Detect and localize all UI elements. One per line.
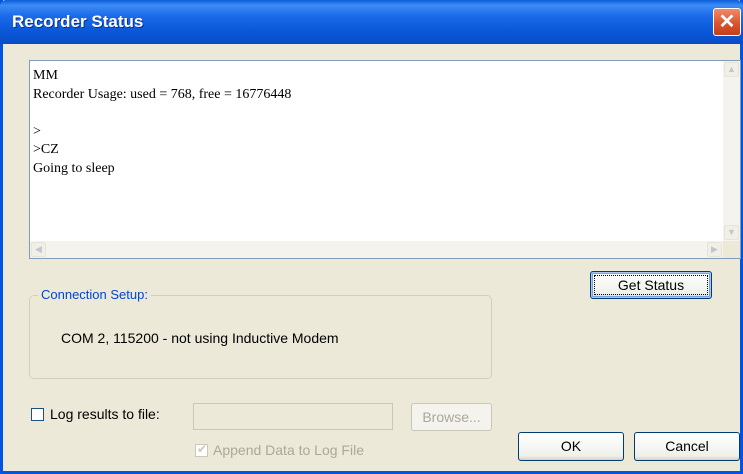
arrow-down-icon[interactable]: ▼ [724,225,739,240]
browse-label: Browse... [422,409,481,425]
append-data-label: Append Data to Log File [213,442,364,458]
status-output-text: MM Recorder Usage: used = 768, free = 16… [33,68,292,176]
cancel-button[interactable]: Cancel [634,432,740,461]
vertical-scrollbar[interactable]: ▲ ▼ [723,61,740,241]
connection-info: COM 2, 115200 - not using Inductive Mode… [61,330,339,346]
ok-button[interactable]: OK [518,432,624,461]
get-status-button[interactable]: Get Status [590,271,712,299]
scrollbar-corner [723,241,740,258]
log-results-label[interactable]: Log results to file: [50,406,160,422]
checkmark-icon: ✔ [197,442,208,456]
close-button[interactable]: ✕ [713,8,741,36]
horizontal-scrollbar[interactable]: ◀ ▶ [30,241,723,258]
append-data-checkbox[interactable]: ✔ [195,442,208,457]
log-results-checkbox[interactable] [31,408,44,421]
focus-ring [594,275,708,295]
close-icon: ✕ [718,11,736,33]
connection-setup-group: Connection Setup: COM 2, 115200 - not us… [29,287,492,379]
connection-setup-legend: Connection Setup: [38,287,151,302]
cancel-label: Cancel [665,438,709,454]
window-title: Recorder Status [12,12,144,31]
ok-label: OK [560,438,582,454]
arrow-right-icon[interactable]: ▶ [707,242,722,257]
log-file-path-field[interactable] [193,403,393,430]
browse-button[interactable]: Browse... [411,403,492,431]
arrow-up-icon[interactable]: ▲ [724,62,739,77]
status-output[interactable]: MM Recorder Usage: used = 768, free = 16… [29,60,741,259]
title-bar[interactable]: Recorder Status ✕ [0,0,743,44]
recorder-status-dialog: Recorder Status ✕ MM Recorder Usage: use… [0,0,743,474]
arrow-left-icon[interactable]: ◀ [31,242,46,257]
